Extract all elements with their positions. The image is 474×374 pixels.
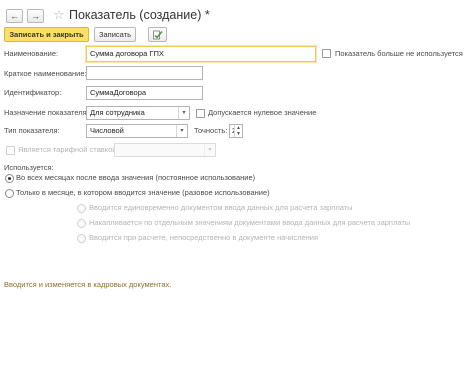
chevron-down-icon[interactable]: ▾ bbox=[178, 107, 189, 119]
tariff-rate-select[interactable]: ▾ bbox=[114, 143, 216, 157]
favorite-star-icon[interactable]: ☆ bbox=[53, 8, 65, 22]
identifier-label: Идентификатор: bbox=[4, 88, 62, 97]
type-select[interactable]: Числовой ▾ bbox=[86, 124, 188, 138]
chevron-down-icon[interactable]: ▾ bbox=[176, 125, 187, 137]
name-label: Наименование: bbox=[4, 49, 59, 58]
name-field[interactable]: Сумма договора ГПХ bbox=[86, 46, 316, 62]
precision-label: Точность: bbox=[194, 126, 228, 135]
save-and-close-button[interactable]: Записать и закрыть bbox=[4, 27, 89, 42]
purpose-select[interactable]: Для сотрудника ▾ bbox=[86, 106, 190, 120]
input-once-radio[interactable] bbox=[77, 204, 86, 213]
input-accumulate-radio[interactable] bbox=[77, 219, 86, 228]
precision-stepper[interactable]: ▲ ▼ bbox=[234, 124, 243, 138]
usage-once-radio[interactable] bbox=[5, 189, 14, 198]
tariff-rate-label: Является тарифной ставкой bbox=[18, 145, 117, 154]
short-name-field[interactable] bbox=[86, 66, 203, 80]
save-button[interactable]: Записать bbox=[94, 27, 136, 42]
not-used-label: Показатель больше не используется bbox=[335, 49, 463, 58]
input-on-calc-label: Вводится при расчете, непосредственно в … bbox=[89, 233, 319, 242]
identifier-field[interactable]: СуммаДоговора bbox=[86, 86, 203, 100]
type-value: Числовой bbox=[90, 126, 124, 135]
used-label: Используется: bbox=[4, 163, 54, 172]
input-accumulate-label: Накапливается по отдельным значениям док… bbox=[89, 218, 411, 227]
purpose-label: Назначение показателя: bbox=[4, 108, 89, 117]
usage-permanent-label: Во всех месяцах после ввода значения (по… bbox=[16, 173, 256, 182]
purpose-value: Для сотрудника bbox=[90, 108, 145, 117]
post-document-icon bbox=[153, 30, 163, 39]
type-label: Тип показателя: bbox=[4, 126, 60, 135]
short-name-label: Краткое наименование: bbox=[4, 69, 87, 78]
back-button[interactable]: ← bbox=[6, 9, 23, 23]
tariff-rate-checkbox[interactable] bbox=[6, 146, 15, 155]
usage-once-label: Только в месяце, в котором вводится знач… bbox=[16, 188, 270, 197]
zero-allowed-label: Допускается нулевое значение bbox=[208, 108, 317, 117]
info-note: Вводится и изменяется в кадровых докумен… bbox=[4, 280, 172, 289]
stepper-down-icon[interactable]: ▼ bbox=[235, 131, 242, 137]
arrow-right-icon: → bbox=[31, 11, 40, 21]
arrow-left-icon: ← bbox=[10, 11, 19, 21]
post-button[interactable] bbox=[148, 27, 167, 42]
zero-allowed-checkbox[interactable] bbox=[196, 109, 205, 118]
input-once-label: Вводится единовременно документом ввода … bbox=[89, 203, 353, 212]
not-used-checkbox[interactable] bbox=[322, 49, 331, 58]
usage-permanent-radio[interactable] bbox=[5, 174, 14, 183]
chevron-down-icon[interactable]: ▾ bbox=[204, 144, 215, 156]
input-on-calc-radio[interactable] bbox=[77, 234, 86, 243]
forward-button[interactable]: → bbox=[27, 9, 44, 23]
page-title: Показатель (создание) * bbox=[69, 8, 210, 22]
